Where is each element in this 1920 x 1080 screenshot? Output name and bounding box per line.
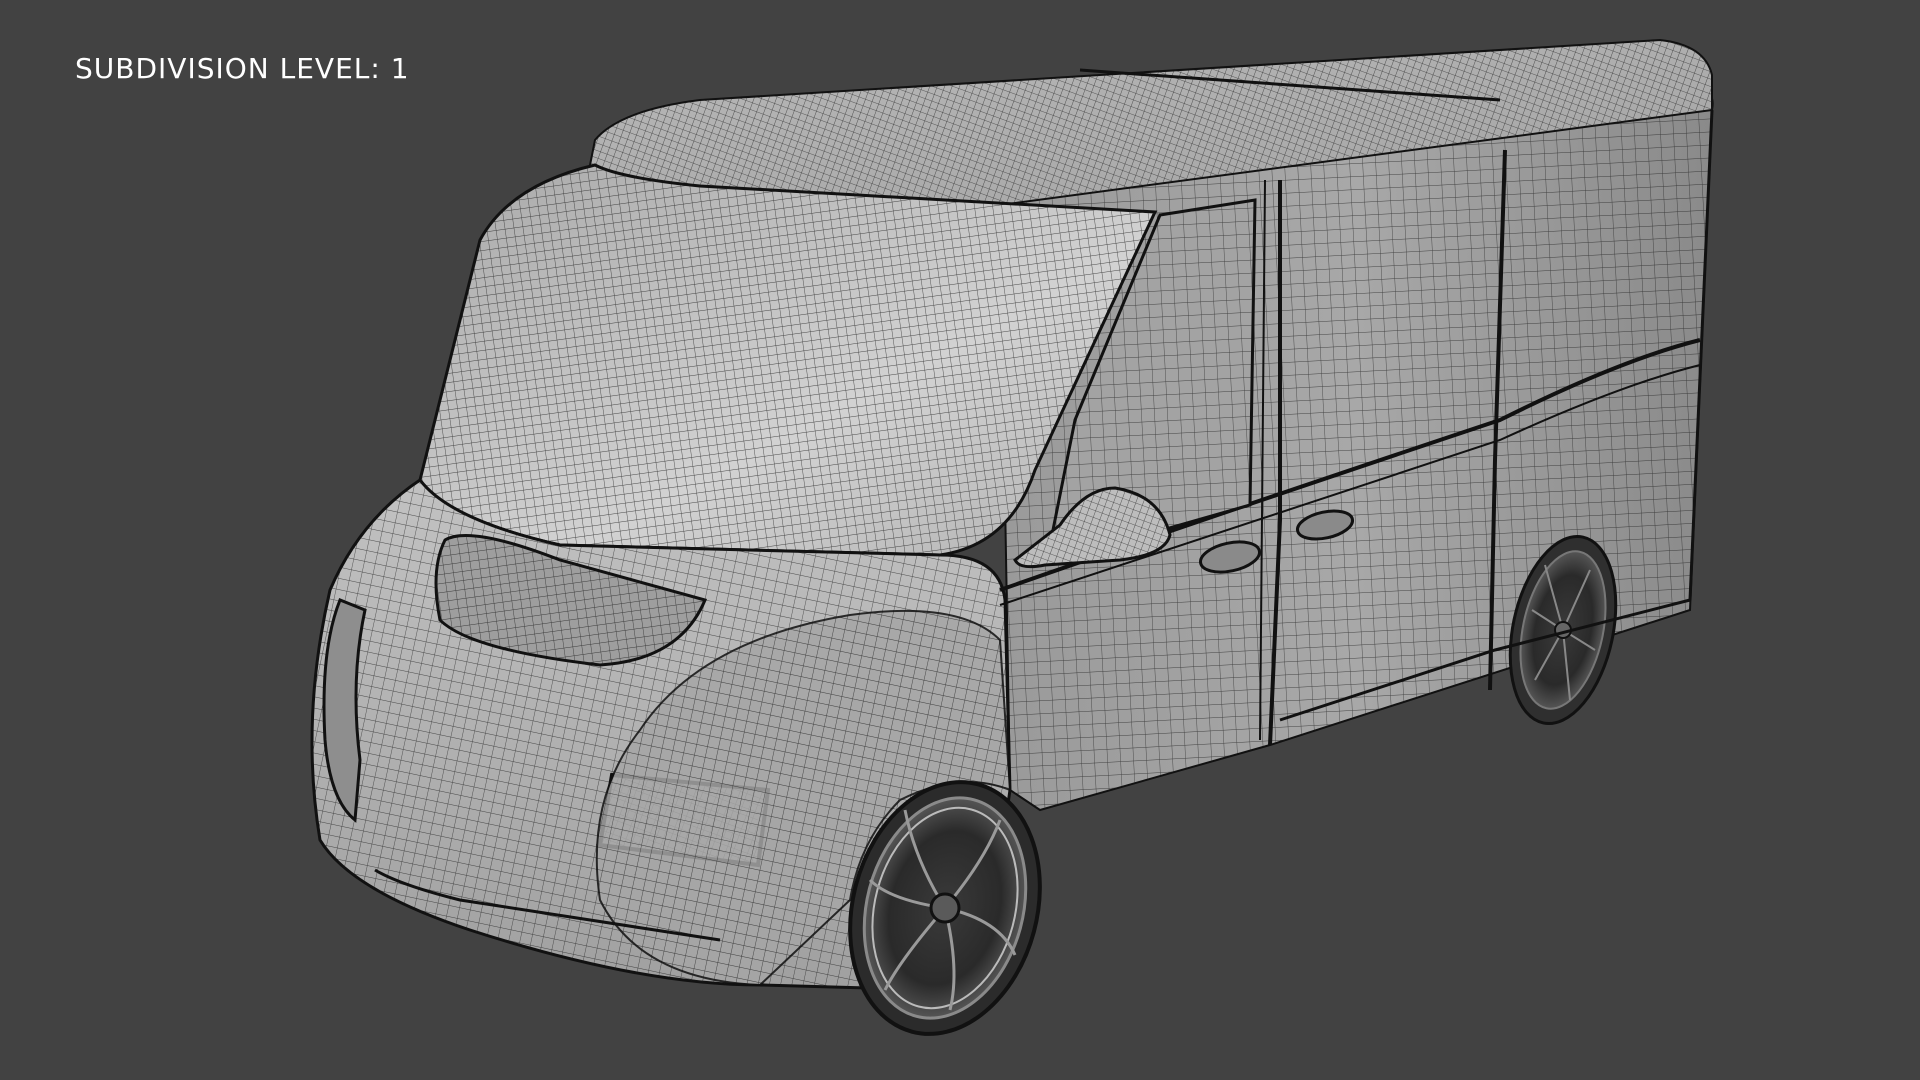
3d-viewport[interactable]: SUBDIVISION LEVEL: 1 [0, 0, 1920, 1080]
van-wireframe-render [310, 38, 1714, 1036]
